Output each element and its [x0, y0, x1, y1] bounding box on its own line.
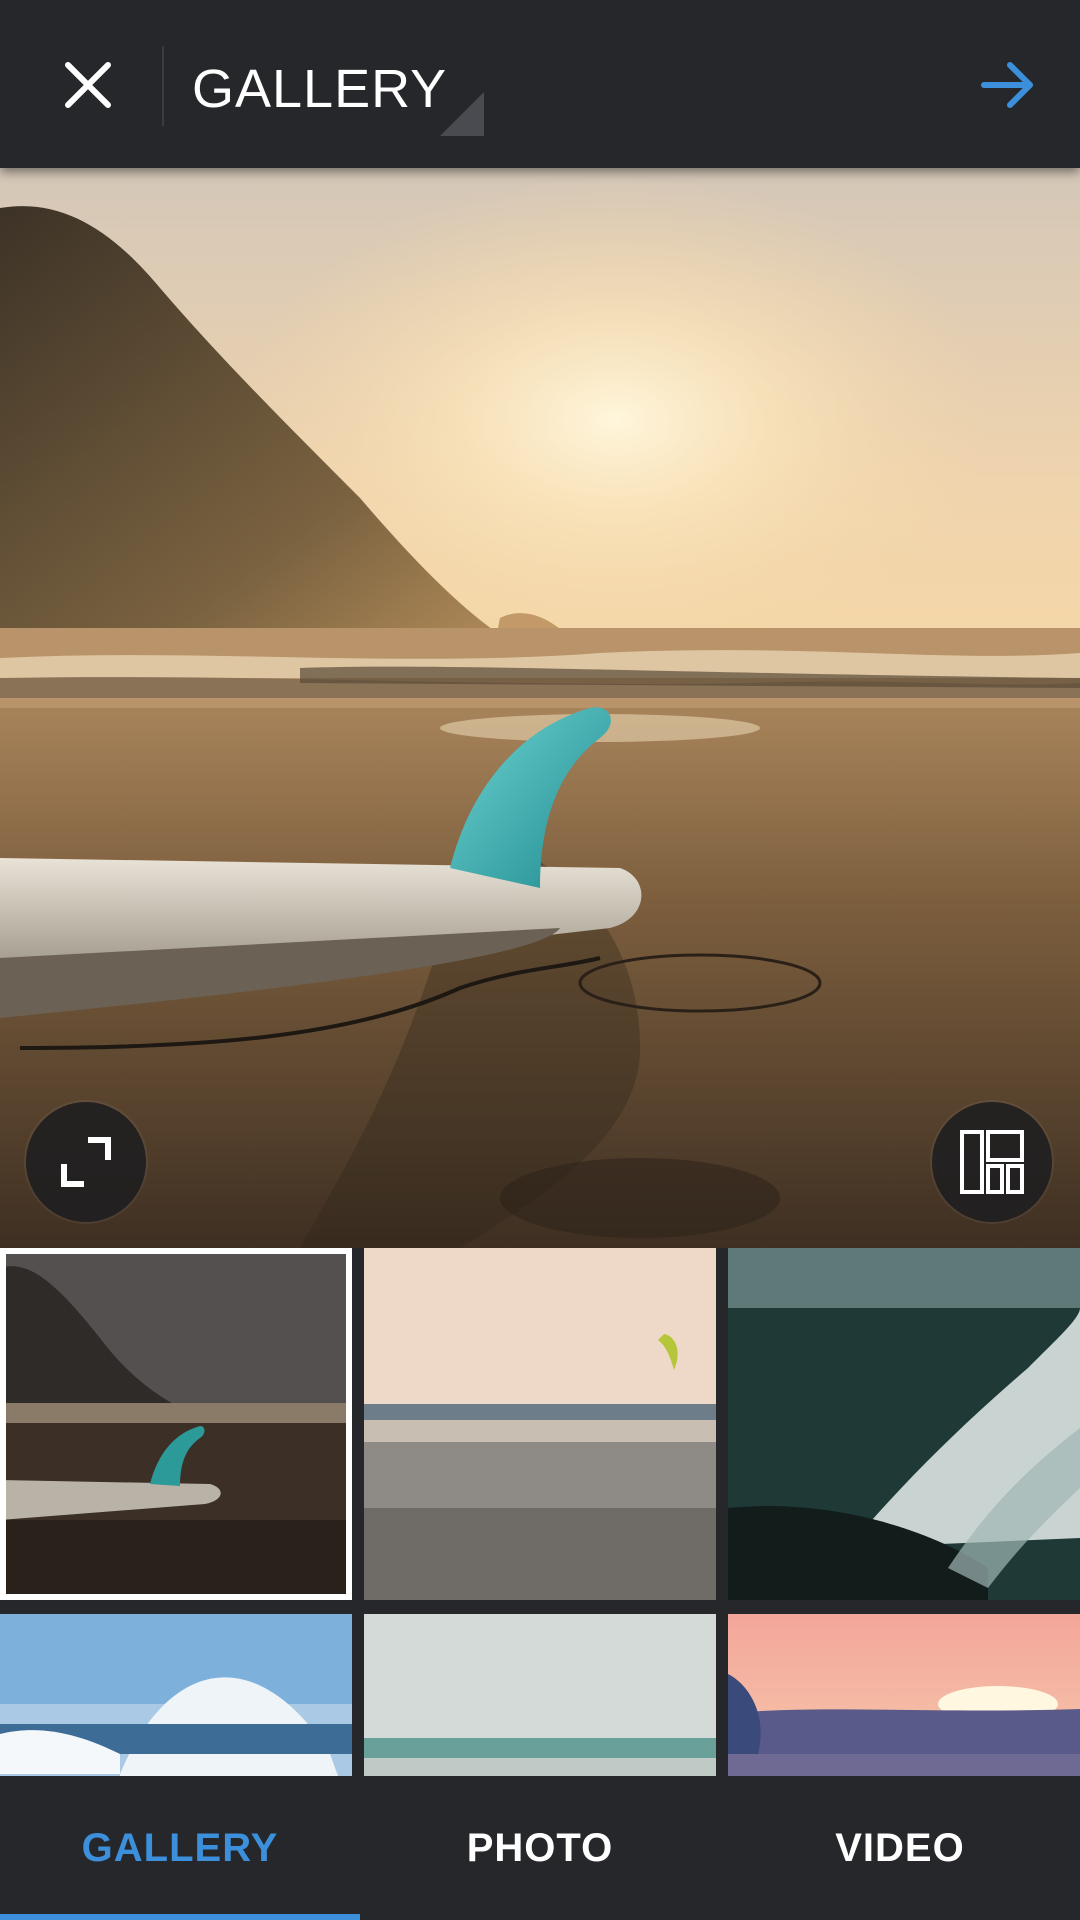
- arrow-right-icon: [981, 62, 1033, 108]
- bottom-tab-bar: GALLERY PHOTO VIDEO: [0, 1776, 1080, 1920]
- thumbnail-sunset-clouds[interactable]: [728, 1614, 1080, 1776]
- thumbnail-image: [728, 1248, 1080, 1600]
- page-title: GALLERY: [192, 59, 448, 119]
- thumbnail-surfboard-sunset[interactable]: [0, 1248, 352, 1600]
- thumbnail-image: [0, 1614, 352, 1776]
- layout-button[interactable]: [932, 1102, 1052, 1222]
- preview-image: [0, 168, 1080, 1248]
- tab-gallery[interactable]: GALLERY: [0, 1776, 360, 1920]
- active-tab-indicator: [0, 1914, 360, 1920]
- top-bar: GALLERY: [0, 0, 1080, 168]
- tab-video[interactable]: VIDEO: [720, 1776, 1080, 1920]
- dropdown-corner-icon: [440, 92, 484, 136]
- album-dropdown[interactable]: GALLERY: [170, 30, 490, 140]
- thumbnail-image: [364, 1614, 716, 1776]
- thumbnail-kite-surfer[interactable]: [364, 1248, 716, 1600]
- thumbnail-image: [364, 1248, 716, 1600]
- next-button[interactable]: [960, 40, 1056, 130]
- thumbnail-ocean-wave[interactable]: [728, 1248, 1080, 1600]
- thumbnail-image: [728, 1614, 1080, 1776]
- photo-preview[interactable]: [0, 168, 1080, 1248]
- close-icon: [65, 62, 111, 108]
- tab-photo[interactable]: PHOTO: [360, 1776, 720, 1920]
- expand-button[interactable]: [26, 1102, 146, 1222]
- thumbnail-image: [0, 1248, 352, 1600]
- thumbnail-wave-splash[interactable]: [0, 1614, 352, 1776]
- thumbnail-misty-sea[interactable]: [364, 1614, 716, 1776]
- thumbnail-grid: [0, 1248, 1080, 1776]
- close-button[interactable]: [40, 40, 136, 130]
- layout-icon: [960, 1130, 1024, 1194]
- header-divider: [162, 46, 164, 126]
- expand-icon: [61, 1137, 111, 1187]
